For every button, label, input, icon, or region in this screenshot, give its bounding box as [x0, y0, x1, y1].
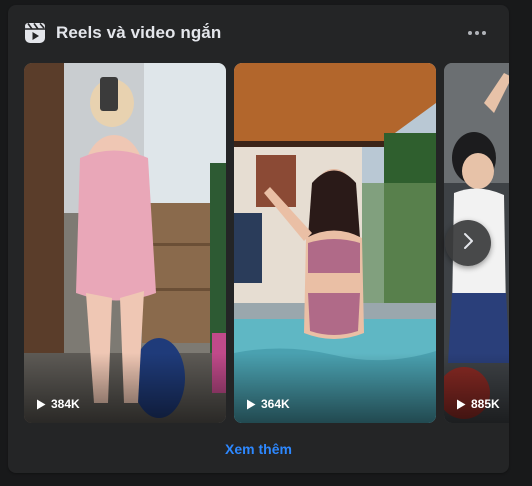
play-icon: [36, 399, 46, 410]
reel-card-2[interactable]: 364K: [234, 63, 436, 423]
section-title: Reels và video ngắn: [56, 23, 222, 42]
play-icon: [456, 399, 466, 410]
reels-header: Reels và video ngắn: [24, 21, 493, 45]
play-icon: [246, 399, 256, 410]
reel-views-3: 885K: [456, 397, 500, 411]
reels-strip: 384K 364K 885K: [24, 63, 509, 423]
reels-card: Reels và video ngắn 384K 364K 885K Xem t…: [8, 5, 509, 473]
reel-views-count: 885K: [471, 397, 500, 411]
more-horizontal-icon: [467, 30, 487, 36]
reels-icon: [24, 22, 46, 44]
reel-views-1: 384K: [36, 397, 80, 411]
reel-views-count: 384K: [51, 397, 80, 411]
next-reels-button[interactable]: [445, 220, 491, 266]
reel-views-2: 364K: [246, 397, 290, 411]
reel-views-count: 364K: [261, 397, 290, 411]
reel-card-1[interactable]: 384K: [24, 63, 226, 423]
see-more-link[interactable]: Xem thêm: [8, 441, 509, 457]
more-options-button[interactable]: [461, 17, 493, 49]
chevron-right-icon: [461, 231, 475, 256]
